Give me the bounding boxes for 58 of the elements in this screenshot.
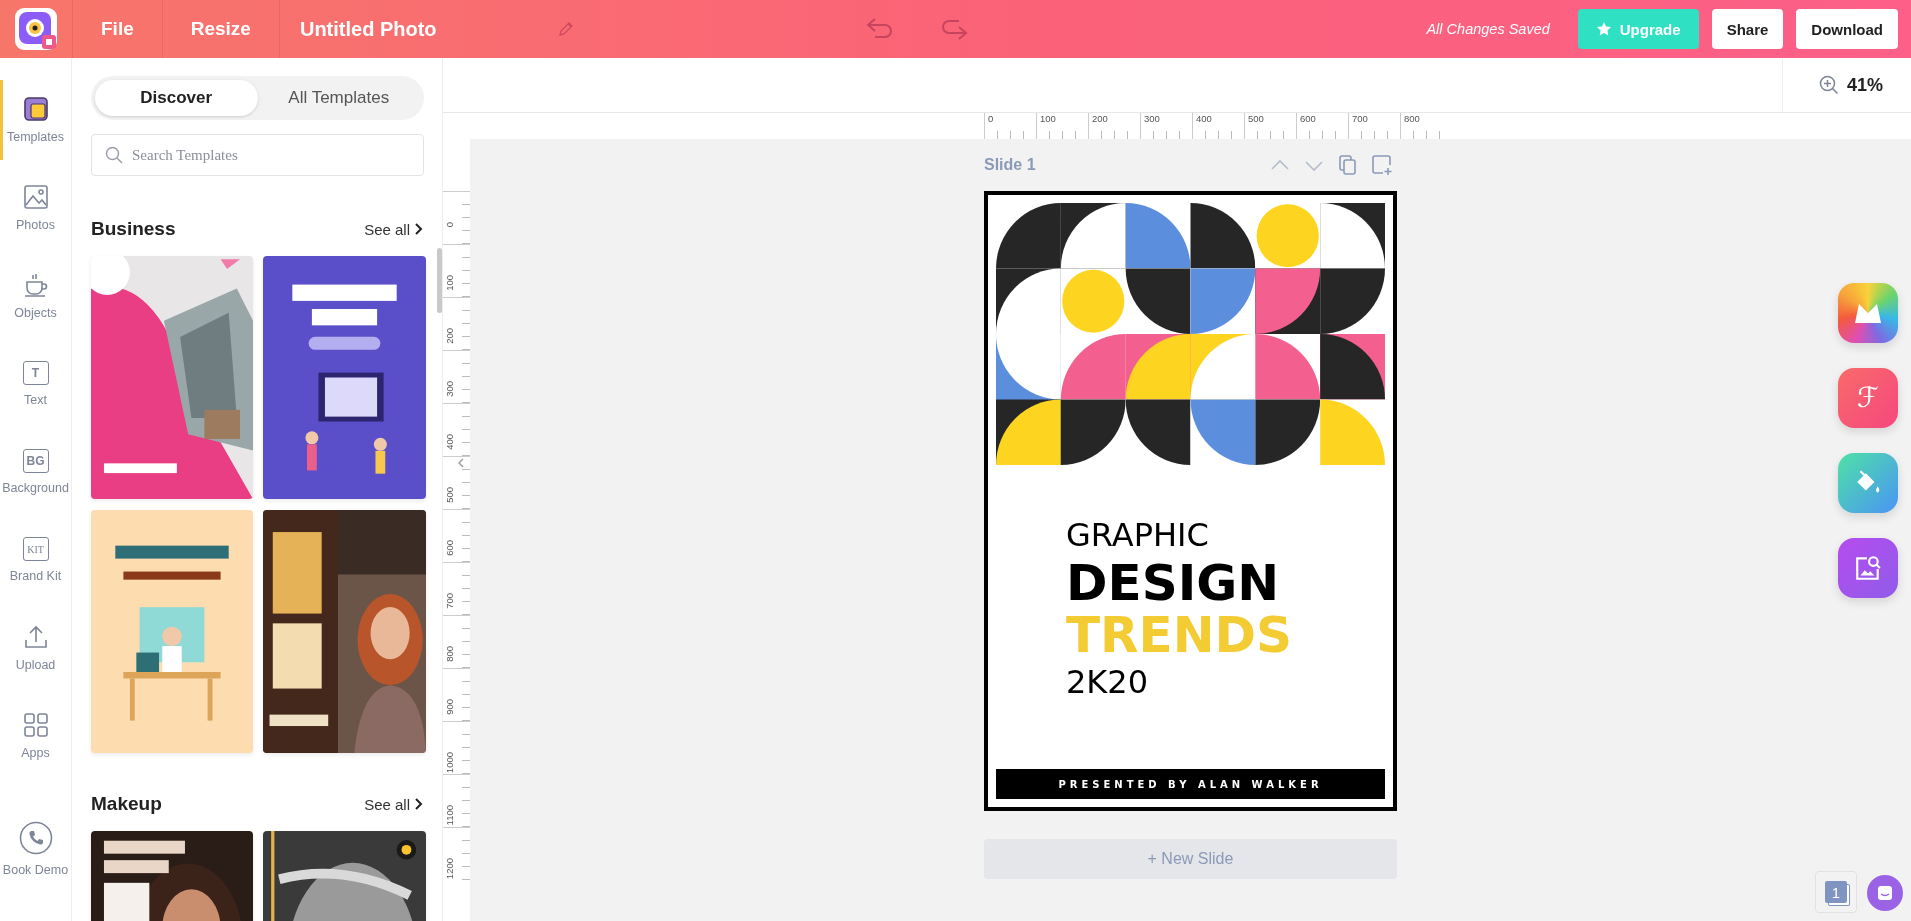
sidebar-item[interactable]: Photos xyxy=(16,218,55,232)
see-all-link[interactable]: See all xyxy=(364,220,424,238)
ruler-label: 300 xyxy=(1144,113,1160,124)
ruler-label: 700 xyxy=(1352,113,1368,124)
sidebar-item[interactable]: Text xyxy=(24,393,47,407)
save-status: All Changes Saved xyxy=(1426,21,1550,37)
letter-icon: BG xyxy=(22,449,49,473)
letter-icon: T xyxy=(22,361,49,385)
sidebar-item[interactable]: Brand Kit xyxy=(9,569,62,583)
ruler-label: 1100 xyxy=(444,805,455,826)
toolbar-button[interactable]: Share xyxy=(1711,9,1784,49)
ruler-label: 400 xyxy=(1196,113,1212,124)
search-field[interactable]: Search Templates xyxy=(91,134,424,176)
font-icon: ℱ xyxy=(1853,379,1883,417)
ruler-label: 100 xyxy=(444,275,455,291)
tab[interactable]: Discover xyxy=(95,80,258,116)
ruler-label: 800 xyxy=(1404,113,1420,124)
book-demo-label[interactable]: Book Demo xyxy=(2,863,69,877)
headline-text[interactable]: 2K20 xyxy=(1066,665,1149,700)
sidebar-item[interactable]: Templates xyxy=(7,130,64,144)
ruler-label: 0 xyxy=(988,113,994,124)
sidebar-item[interactable]: Objects xyxy=(14,306,57,320)
font-tool-button[interactable]: ℱ xyxy=(1838,368,1898,428)
sidebar-item[interactable]: Apps xyxy=(21,746,50,760)
page-count-button[interactable]: 1 xyxy=(1815,871,1857,913)
ruler-label: 200 xyxy=(444,328,455,344)
zoom-control[interactable]: 41% xyxy=(1781,58,1911,112)
ruler-label: 500 xyxy=(444,487,455,503)
ruler-label: 600 xyxy=(444,540,455,556)
menu-item[interactable]: Resize xyxy=(162,0,280,58)
presenter-banner[interactable]: PRESENTED BY ALAN WALKER xyxy=(996,769,1385,799)
section-title: Makeup xyxy=(91,793,162,815)
see-all-link[interactable]: See all xyxy=(364,795,424,813)
tab[interactable]: All Templates xyxy=(257,80,420,116)
new-slide-button[interactable]: + New Slide xyxy=(984,839,1397,879)
sidebar-item[interactable]: Upload xyxy=(15,658,56,672)
slide-label: Slide 1 xyxy=(984,156,1036,174)
ruler-label: 0 xyxy=(444,222,455,228)
ruler-label: 200 xyxy=(1092,113,1108,124)
sidebar-item[interactable]: Background xyxy=(2,481,69,495)
section-title: Business xyxy=(91,218,176,240)
document-title[interactable]: Untitled Photo xyxy=(279,17,457,41)
ruler-label: 900 xyxy=(444,699,455,715)
ruler-label: 800 xyxy=(444,646,455,662)
ruler-label: 300 xyxy=(444,381,455,397)
headline-text[interactable]: GRAPHIC xyxy=(1066,519,1209,553)
headline-text[interactable]: DESIGN xyxy=(1066,556,1280,610)
menu-item[interactable]: File xyxy=(73,0,163,58)
ruler-label: 100 xyxy=(1040,113,1056,124)
ruler-label: 600 xyxy=(1300,113,1316,124)
ruler-label: 700 xyxy=(444,593,455,609)
ruler-label: 500 xyxy=(1248,113,1264,124)
toolbar-button[interactable]: Download xyxy=(1796,9,1898,49)
ruler-label: 1200 xyxy=(444,858,455,880)
ruler-label: 400 xyxy=(444,434,455,450)
letter-icon: KIT xyxy=(22,537,49,561)
slide-canvas[interactable]: GRAPHIC DESIGN TRENDS 2K20 PRESENTED BY ALAN WALKER xyxy=(984,191,1397,811)
ruler-label: 1000 xyxy=(444,752,455,774)
